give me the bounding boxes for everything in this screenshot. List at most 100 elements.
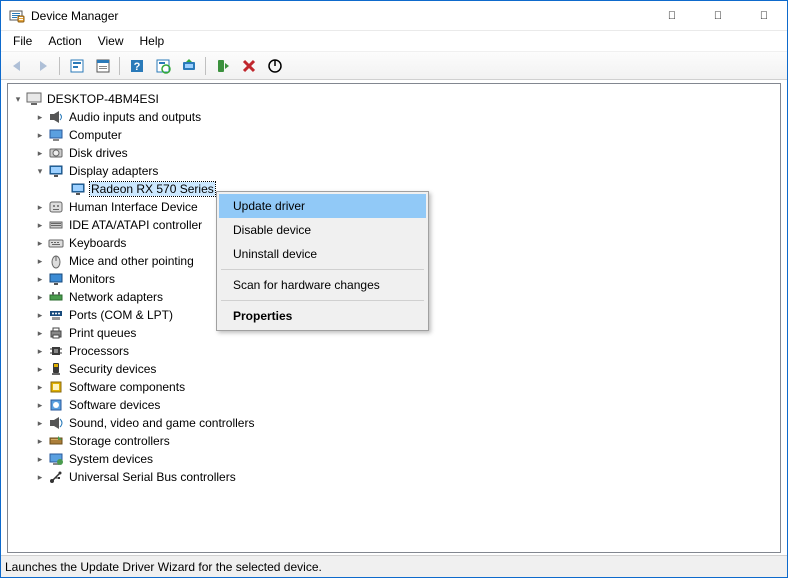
expand-icon[interactable]: ▸ <box>34 453 46 465</box>
toolbar: ? <box>1 52 787 80</box>
system-icon <box>48 451 64 467</box>
disable-device-button[interactable] <box>263 55 286 77</box>
window-controls:    <box>649 1 787 31</box>
tree-category[interactable]: ▸Sound, video and game controllers <box>8 414 780 432</box>
tree-category-label: Storage controllers <box>68 434 171 448</box>
show-hide-console-tree-button[interactable] <box>65 55 88 77</box>
context-menu-item[interactable]: Scan for hardware changes <box>219 273 426 297</box>
menu-file[interactable]: File <box>5 33 40 49</box>
expand-icon[interactable]: ▸ <box>34 363 46 375</box>
context-menu-item[interactable]: Update driver <box>219 194 426 218</box>
processor-icon <box>48 343 64 359</box>
expand-icon[interactable]: ▸ <box>34 399 46 411</box>
security-icon <box>48 361 64 377</box>
tree-category[interactable]: ▸ Software devices <box>8 396 780 414</box>
keyboard-icon <box>48 235 64 251</box>
enable-device-button[interactable] <box>211 55 234 77</box>
expand-icon[interactable]: ▸ <box>34 147 46 159</box>
context-menu-separator <box>221 269 424 270</box>
forward-button <box>31 55 54 77</box>
ide-icon <box>48 217 64 233</box>
tree-root[interactable]: ▾ DESKTOP-4BM4ESI <box>8 90 780 108</box>
expand-icon[interactable]: ▸ <box>34 111 46 123</box>
tree-category-label: Security devices <box>68 362 157 376</box>
tree-category[interactable]: ▸Computer <box>8 126 780 144</box>
close-button[interactable]:  <box>741 1 787 31</box>
context-menu: Update driverDisable deviceUninstall dev… <box>216 191 429 331</box>
titlebar: Device Manager    <box>1 1 787 31</box>
window-title: Device Manager <box>31 9 118 23</box>
context-menu-item[interactable]: Uninstall device <box>219 242 426 266</box>
tree-category-label: Audio inputs and outputs <box>68 110 202 124</box>
tree-category[interactable]: ▸ Disk drives <box>8 144 780 162</box>
tree-category-label: Monitors <box>68 272 116 286</box>
tree-root-label: DESKTOP-4BM4ESI <box>46 92 160 106</box>
display-icon <box>48 163 64 179</box>
expand-icon[interactable]: ▸ <box>34 471 46 483</box>
mouse-icon <box>48 253 64 269</box>
display-icon <box>70 181 86 197</box>
tree-category[interactable]: ▾ Display adapters <box>8 162 780 180</box>
maximize-button[interactable]:  <box>695 1 741 31</box>
disk-icon <box>48 145 64 161</box>
expand-icon[interactable]: ▸ <box>34 291 46 303</box>
expand-icon[interactable]: ▸ <box>34 309 46 321</box>
tree-category-label: Human Interface Device <box>68 200 199 214</box>
expand-icon[interactable]: ▸ <box>34 237 46 249</box>
tree-category-label: Disk drives <box>68 146 129 160</box>
expand-icon[interactable]: ▸ <box>34 129 46 141</box>
statusbar-text: Launches the Update Driver Wizard for th… <box>5 560 322 574</box>
menu-help[interactable]: Help <box>132 33 173 49</box>
tree-category[interactable]: ▸ Audio inputs and outputs <box>8 108 780 126</box>
tree-category[interactable]: ▸ Software components <box>8 378 780 396</box>
expand-icon[interactable]: ▸ <box>34 435 46 447</box>
back-button <box>5 55 28 77</box>
expand-icon[interactable]: ▸ <box>34 417 46 429</box>
monitor-icon <box>48 271 64 287</box>
uninstall-device-button[interactable] <box>237 55 260 77</box>
expand-icon[interactable]: ▸ <box>34 327 46 339</box>
properties-button[interactable] <box>91 55 114 77</box>
context-menu-item[interactable]: Properties <box>219 304 426 328</box>
expand-icon[interactable]: ▸ <box>34 201 46 213</box>
expand-icon[interactable]: ▸ <box>34 273 46 285</box>
collapse-icon[interactable]: ▾ <box>34 165 46 177</box>
expand-icon[interactable]: ▸ <box>34 381 46 393</box>
expand-icon[interactable]: ▸ <box>34 345 46 357</box>
menu-view[interactable]: View <box>90 33 132 49</box>
svg-text:?: ? <box>133 61 140 73</box>
tree-category-label: Display adapters <box>68 164 159 178</box>
expand-icon[interactable]: ▸ <box>34 255 46 267</box>
tree-category[interactable]: ▸Processors <box>8 342 780 360</box>
tree-category-label: IDE ATA/ATAPI controller <box>68 218 203 232</box>
tree-category-label: Software components <box>68 380 186 394</box>
usb-icon <box>48 469 64 485</box>
menu-action[interactable]: Action <box>40 33 89 49</box>
context-menu-item[interactable]: Disable device <box>219 218 426 242</box>
network-icon <box>48 289 64 305</box>
tree-category[interactable]: ▸ System devices <box>8 450 780 468</box>
help-button[interactable]: ? <box>125 55 148 77</box>
toolbar-separator <box>119 57 120 75</box>
ports-icon <box>48 307 64 323</box>
tree-category[interactable]: ▸ Storage controllers <box>8 432 780 450</box>
computer-root-icon <box>26 91 42 107</box>
minimize-button[interactable]:  <box>649 1 695 31</box>
update-driver-button[interactable] <box>177 55 200 77</box>
toolbar-separator <box>59 57 60 75</box>
tree-category-label: Network adapters <box>68 290 164 304</box>
scan-hardware-button[interactable] <box>151 55 174 77</box>
menubar: File Action View Help <box>1 31 787 52</box>
hid-icon <box>48 199 64 215</box>
tree-category-label: Keyboards <box>68 236 127 250</box>
tree-category-label: Mice and other pointing <box>68 254 195 268</box>
collapse-icon[interactable]: ▾ <box>12 93 24 105</box>
tree-category-label: Ports (COM & LPT) <box>68 308 174 322</box>
tree-category-label: System devices <box>68 452 154 466</box>
tree-category[interactable]: ▸ Security devices <box>8 360 780 378</box>
tree-category-label: Software devices <box>68 398 161 412</box>
tree-device-label: Radeon RX 570 Series <box>90 182 215 196</box>
tree-category[interactable]: ▸Universal Serial Bus controllers <box>8 468 780 486</box>
expand-icon[interactable]: ▸ <box>34 219 46 231</box>
device-manager-icon <box>9 8 25 24</box>
